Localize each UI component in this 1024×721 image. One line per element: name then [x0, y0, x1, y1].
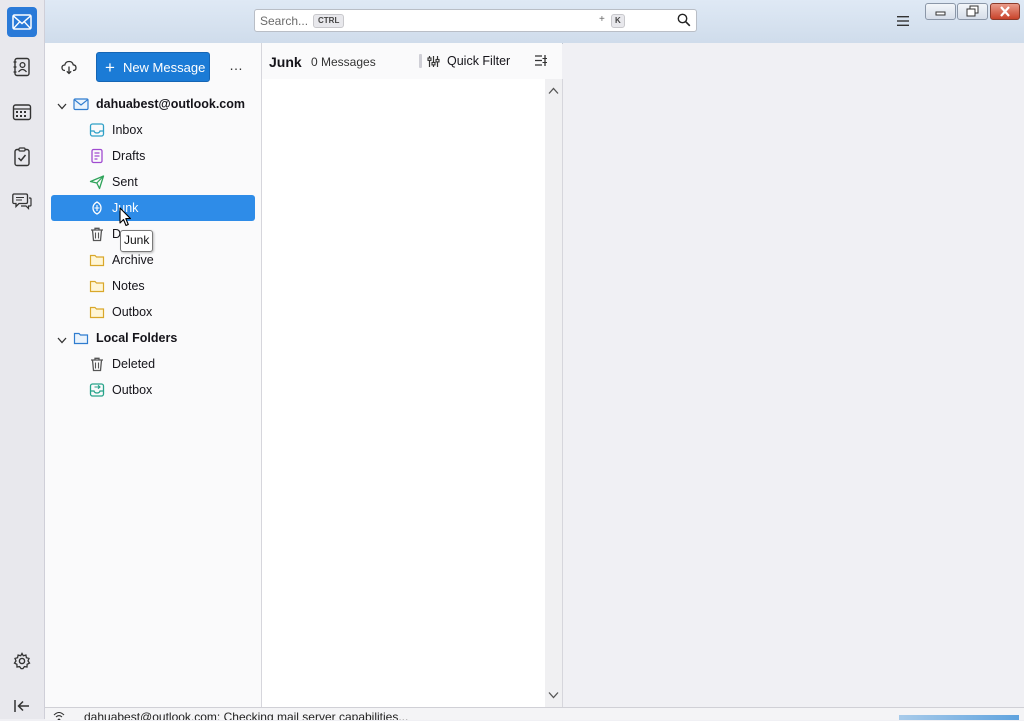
spaces-toolbar	[0, 0, 45, 719]
new-message-button[interactable]: + New Message	[96, 52, 210, 82]
quick-filter-button[interactable]: Quick Filter	[427, 54, 510, 68]
message-list-scrollbar[interactable]	[545, 79, 562, 707]
restore-button[interactable]	[957, 3, 988, 20]
folder-pane: + New Message … dahuabest@outlook.com In…	[45, 43, 262, 707]
shortcut-plus: +	[599, 14, 605, 25]
local-folders-icon	[73, 330, 89, 346]
folder-label: Drafts	[112, 149, 146, 163]
folder-icon	[89, 304, 105, 320]
new-message-label: New Message	[122, 59, 206, 75]
folder-row-local-outbox[interactable]: Outbox	[51, 377, 255, 403]
folder-row-outbox[interactable]: Outbox	[51, 299, 255, 325]
minimize-button[interactable]	[925, 3, 956, 20]
folder-label: Outbox	[112, 305, 153, 319]
message-list[interactable]	[262, 79, 563, 707]
shortcut-key-ctrl: CTRL	[313, 14, 345, 28]
collapse-icon[interactable]	[7, 691, 37, 721]
folder-row-inbox[interactable]: Inbox	[51, 117, 255, 143]
folder-tooltip: Junk	[120, 230, 154, 252]
scroll-up-icon[interactable]	[548, 82, 559, 100]
status-bar: dahuabest@outlook.com: Checking mail ser…	[45, 707, 1024, 720]
calendar-icon[interactable]	[7, 97, 37, 127]
shortcut-key-k: K	[611, 14, 625, 28]
search-icon[interactable]	[677, 13, 691, 30]
mail-icon[interactable]	[7, 7, 37, 37]
title-bar: Search... CTRL + K	[0, 0, 1024, 44]
folder-icon	[89, 278, 105, 294]
chevron-down-icon[interactable]	[57, 99, 67, 113]
folder-label: Deleted	[112, 357, 156, 371]
chat-icon[interactable]	[7, 186, 37, 216]
outbox-icon	[89, 382, 105, 398]
message-pane	[563, 43, 1024, 707]
folder-row-notes[interactable]: Notes	[51, 273, 255, 299]
plus-icon: +	[105, 57, 115, 77]
scroll-down-icon[interactable]	[548, 686, 559, 704]
folder-label: Sent	[112, 175, 138, 189]
drafts-icon	[89, 148, 105, 164]
app-menu-icon[interactable]	[896, 14, 910, 32]
folder-row-junk[interactable]: Junk	[51, 195, 255, 221]
header-divider	[419, 54, 422, 68]
get-messages-icon[interactable]	[61, 59, 77, 80]
sent-icon	[89, 174, 105, 190]
folder-row-archive[interactable]: Archive	[51, 247, 255, 273]
folder-label: Outbox	[112, 383, 153, 397]
thread-pane-header: Junk 0 Messages Quick Filter	[262, 43, 562, 80]
folder-title: Junk	[269, 54, 302, 70]
message-count: 0 Messages	[311, 55, 376, 69]
more-options-button[interactable]: …	[229, 57, 244, 73]
folder-label: Inbox	[112, 123, 143, 137]
folder-row-drafts[interactable]: Drafts	[51, 143, 255, 169]
folder-icon	[89, 252, 105, 268]
junk-icon	[89, 200, 105, 216]
account-row-local-folders[interactable]: Local Folders	[51, 325, 255, 351]
folder-label: Notes	[112, 279, 145, 293]
folder-label: Archive	[112, 253, 154, 267]
quick-filter-label: Quick Filter	[447, 54, 511, 68]
filter-sliders-icon	[427, 55, 440, 67]
trash-icon	[89, 226, 105, 242]
account-label: dahuabest@outlook.com	[96, 97, 246, 111]
search-input[interactable]: Search... CTRL + K	[254, 9, 697, 32]
chevron-down-icon[interactable]	[57, 333, 67, 347]
close-window-button[interactable]	[990, 3, 1020, 20]
display-options-icon[interactable]	[534, 54, 548, 72]
folder-row-sent[interactable]: Sent	[51, 169, 255, 195]
mouse-cursor-icon	[119, 207, 133, 232]
mail-account-icon	[73, 96, 89, 112]
trash-icon	[89, 356, 105, 372]
tasks-icon[interactable]	[7, 142, 37, 172]
search-placeholder: Search...	[260, 14, 309, 28]
account-label: Local Folders	[96, 331, 178, 345]
folder-row-local-deleted[interactable]: Deleted	[51, 351, 255, 377]
address-book-icon[interactable]	[7, 52, 37, 82]
account-row-outlook[interactable]: dahuabest@outlook.com	[51, 91, 255, 117]
inbox-icon	[89, 122, 105, 138]
status-progress-bar	[899, 715, 1019, 720]
settings-icon[interactable]	[7, 646, 37, 676]
